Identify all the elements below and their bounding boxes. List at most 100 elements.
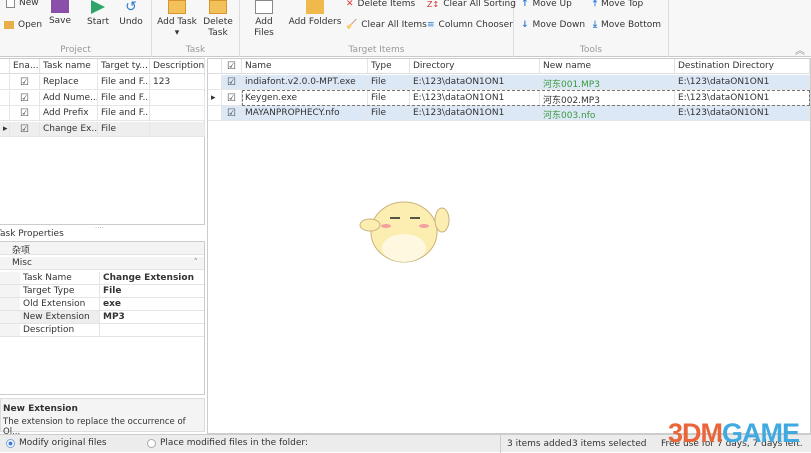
collapse-icon[interactable]: ˄ bbox=[194, 258, 199, 268]
property-value[interactable]: exe bbox=[100, 298, 204, 311]
folder-icon bbox=[4, 21, 14, 29]
open-button[interactable]: Open bbox=[4, 20, 42, 30]
row-indicator[interactable]: ▸ bbox=[0, 121, 10, 137]
modify-original-radio[interactable]: Modify original files bbox=[6, 438, 107, 448]
add-files-button[interactable]: Add Files bbox=[244, 0, 284, 39]
task-name-cell[interactable]: Change Ex... bbox=[40, 121, 98, 137]
target-type-cell[interactable]: File bbox=[98, 121, 150, 137]
task-name-cell[interactable]: Add Nume... bbox=[40, 90, 98, 106]
select-all-checkbox[interactable]: ☑ bbox=[222, 59, 242, 74]
dropdown-arrow-icon: ▾ bbox=[174, 28, 180, 38]
dest-cell[interactable]: E:\123\dataON1ON1 bbox=[675, 75, 810, 90]
prop-indent bbox=[0, 311, 20, 324]
place-modified-radio[interactable]: Place modified files in the folder: bbox=[147, 438, 308, 448]
type-cell[interactable]: File bbox=[368, 90, 410, 106]
property-value[interactable]: MP3 bbox=[100, 311, 204, 324]
property-value[interactable] bbox=[100, 324, 204, 337]
column-header[interactable]: Name bbox=[242, 59, 368, 74]
ribbon: New Open Save Start ↺ Undo Project Add Ta… bbox=[0, 0, 811, 57]
dest-cell[interactable]: E:\123\dataON1ON1 bbox=[675, 90, 810, 106]
name-cell[interactable]: MAYANPROPHECY.nfo bbox=[242, 106, 368, 121]
add-task-icon bbox=[168, 0, 186, 14]
directory-cell[interactable]: E:\123\dataON1ON1 bbox=[410, 106, 540, 121]
row-indicator[interactable] bbox=[0, 90, 10, 106]
column-header[interactable]: Task name bbox=[40, 59, 98, 74]
property-help-panel: New Extension The extension to replace t… bbox=[0, 398, 205, 437]
group-misc[interactable]: Misc ˄ bbox=[0, 257, 204, 270]
directory-cell[interactable]: E:\123\dataON1ON1 bbox=[410, 90, 540, 106]
property-grid: 杂项 Misc ˄ Task Name Change Extension Target… bbox=[0, 241, 205, 395]
move-up-button[interactable]: ↑ Move Up bbox=[521, 0, 572, 9]
property-value[interactable]: File bbox=[100, 285, 204, 298]
dest-cell[interactable]: E:\123\dataON1ON1 bbox=[675, 106, 810, 121]
name-cell[interactable]: indiafont.v2.0.0-MPT.exe bbox=[242, 75, 368, 90]
task-name-cell[interactable]: Add Prefix bbox=[40, 106, 98, 121]
tools-group: ↑ Move Up ↓ Move Down ⤒ Move Top ⤓ Move Bott… bbox=[514, 0, 669, 57]
add-folders-button[interactable]: Add Folders bbox=[288, 0, 342, 28]
delete-task-button[interactable]: Delete Task bbox=[200, 0, 236, 39]
new-file-icon bbox=[6, 0, 15, 8]
type-cell[interactable]: File bbox=[368, 106, 410, 121]
add-task-button[interactable]: Add Task ▾ bbox=[156, 0, 198, 39]
arrow-bottom-icon: ⤓ bbox=[593, 20, 597, 30]
description-cell[interactable] bbox=[150, 106, 205, 121]
row-indicator[interactable] bbox=[208, 75, 222, 90]
items-grid: ☑ Name Type Directory New name Destination Di… bbox=[207, 58, 811, 434]
task-name-cell[interactable]: Replace bbox=[40, 75, 98, 90]
clear-all-items-button[interactable]: 🧹 Clear All Items bbox=[346, 20, 427, 30]
target-type-cell[interactable]: File and F... bbox=[98, 90, 150, 106]
help-title: New Extension bbox=[3, 404, 78, 414]
item-checkbox[interactable]: ☑ bbox=[222, 90, 242, 106]
arrow-up-icon: ↑ bbox=[521, 0, 529, 9]
new-name-cell[interactable]: 河东001.MP3 bbox=[540, 75, 675, 90]
enabled-checkbox[interactable]: ☑ bbox=[10, 121, 40, 137]
enabled-checkbox[interactable]: ☑ bbox=[10, 106, 40, 121]
column-header[interactable]: Type bbox=[368, 59, 410, 74]
new-name-cell[interactable]: 河东002.MP3 bbox=[540, 90, 675, 106]
column-header[interactable]: Ena... bbox=[10, 59, 40, 74]
column-header[interactable]: Description bbox=[150, 59, 205, 74]
arrow-top-icon: ⤒ bbox=[593, 0, 597, 9]
enabled-checkbox[interactable]: ☑ bbox=[10, 90, 40, 106]
undo-button[interactable]: ↺ Undo bbox=[116, 0, 146, 28]
delete-items-button[interactable]: ✕ Delete Items bbox=[346, 0, 415, 9]
column-chooser-button[interactable]: ≡ Column Chooser bbox=[427, 20, 513, 30]
description-cell[interactable] bbox=[150, 121, 205, 137]
type-cell[interactable]: File bbox=[368, 75, 410, 90]
row-indicator[interactable]: ▸ bbox=[208, 90, 222, 106]
move-top-button[interactable]: ⤒ Move Top bbox=[593, 0, 643, 9]
prop-indent bbox=[0, 324, 20, 337]
column-header[interactable]: Directory bbox=[410, 59, 540, 74]
directory-cell[interactable]: E:\123\dataON1ON1 bbox=[410, 75, 540, 90]
column-header[interactable]: New name bbox=[540, 59, 675, 74]
item-checkbox[interactable]: ☑ bbox=[222, 106, 242, 121]
save-icon bbox=[51, 0, 69, 13]
row-indicator[interactable] bbox=[208, 106, 222, 121]
save-button[interactable]: Save bbox=[46, 0, 74, 27]
target-type-cell[interactable]: File and F... bbox=[98, 75, 150, 90]
name-cell[interactable]: Keygen.exe bbox=[242, 90, 368, 106]
radio-icon bbox=[147, 438, 156, 448]
row-indicator-header bbox=[0, 59, 10, 74]
prop-indent bbox=[0, 272, 20, 285]
description-cell[interactable] bbox=[150, 90, 205, 106]
column-header[interactable]: Destination Directory bbox=[675, 59, 810, 74]
target-type-cell[interactable]: File and F... bbox=[98, 106, 150, 121]
property-value[interactable]: Change Extension bbox=[100, 272, 204, 285]
collapse-ribbon-icon[interactable]: ︽ bbox=[795, 42, 805, 57]
splitter-handle[interactable]: ···· bbox=[95, 224, 104, 232]
item-checkbox[interactable]: ☑ bbox=[222, 75, 242, 90]
target-items-group: Add Files Add Folders ✕ Delete Items 🧹 Cle… bbox=[240, 0, 516, 57]
move-bottom-button[interactable]: ⤓ Move Bottom bbox=[593, 20, 661, 30]
row-indicator[interactable] bbox=[0, 106, 10, 121]
column-header[interactable]: Target ty... bbox=[98, 59, 150, 74]
enabled-checkbox[interactable]: ☑ bbox=[10, 75, 40, 90]
clear-all-sorting-button[interactable]: Z↕ Clear All Sorting bbox=[427, 0, 516, 9]
property-name: Task Name bbox=[20, 272, 100, 285]
new-name-cell[interactable]: 河东003.nfo bbox=[540, 106, 675, 121]
description-cell[interactable]: 123 bbox=[150, 75, 205, 90]
move-down-button[interactable]: ↓ Move Down bbox=[521, 20, 585, 30]
new-button[interactable]: New bbox=[6, 0, 39, 8]
row-indicator[interactable] bbox=[0, 75, 10, 90]
start-button[interactable]: Start bbox=[84, 0, 112, 28]
